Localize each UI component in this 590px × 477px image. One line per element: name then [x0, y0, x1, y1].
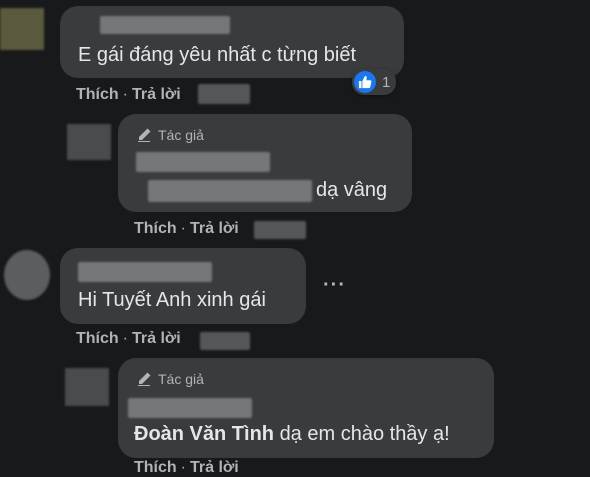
reaction-count: 1 [382, 73, 391, 91]
author-badge-label: Tác giả [158, 127, 204, 143]
avatar[interactable] [0, 8, 44, 50]
like-button[interactable]: Thích [76, 86, 119, 103]
comment-bubble: Tác giả Đoàn Văn Tình dạ em chào thầy ạ! [118, 358, 494, 458]
comment-text: Đoàn Văn Tình dạ em chào thầy ạ! [134, 423, 450, 446]
avatar[interactable] [65, 368, 109, 406]
redacted-text [148, 180, 312, 202]
comment-actions: Thích · Trả lời [134, 220, 239, 238]
comment-actions: Thích · Trả lời [134, 459, 239, 477]
redacted-author-name [136, 152, 270, 172]
redacted-timestamp [254, 221, 306, 239]
comment-text: Hi Tuyết Anh xinh gái [78, 289, 266, 311]
avatar[interactable] [4, 250, 50, 300]
like-icon [354, 71, 376, 93]
separator: · [122, 86, 128, 103]
comment-bubble: E gái đáng yêu nhất c từng biết [60, 6, 404, 78]
redacted-author-name [100, 16, 230, 34]
redacted-author-name [128, 398, 252, 418]
reply-button[interactable]: Trả lời [132, 330, 181, 347]
reply-button[interactable]: Trả lời [190, 459, 239, 476]
author-badge-label: Tác giả [158, 371, 204, 387]
redacted-author-name [78, 262, 212, 282]
mention-link[interactable]: Đoàn Văn Tình [134, 423, 274, 445]
pencil-icon [138, 372, 151, 386]
comment-actions: Thích · Trả lời [76, 330, 181, 348]
avatar[interactable] [67, 124, 111, 160]
comment-text: E gái đáng yêu nhất c từng biết [78, 44, 357, 66]
reaction-summary[interactable]: 1 [352, 69, 397, 95]
like-button[interactable]: Thích [134, 220, 177, 237]
comment-body: dạ em chào thầy ạ! [279, 423, 450, 445]
author-badge: Tác giả [136, 127, 204, 143]
like-button[interactable]: Thích [134, 459, 177, 476]
redacted-timestamp [198, 84, 250, 104]
comment-bubble: Tác giả dạ vâng [118, 114, 412, 212]
reply-button[interactable]: Trả lời [190, 220, 239, 237]
redacted-timestamp [200, 332, 250, 350]
comment-text: dạ vâng [316, 179, 388, 201]
more-options-icon[interactable]: ··· [323, 274, 346, 297]
comment-actions: Thích · Trả lời [76, 86, 181, 104]
reply-button[interactable]: Trả lời [132, 86, 181, 103]
comment-bubble: Hi Tuyết Anh xinh gái [60, 248, 306, 324]
pencil-icon [138, 128, 151, 142]
like-button[interactable]: Thích [76, 330, 119, 347]
author-badge: Tác giả [136, 371, 204, 387]
separator: · [180, 459, 186, 476]
separator: · [180, 220, 186, 237]
separator: · [122, 330, 128, 347]
